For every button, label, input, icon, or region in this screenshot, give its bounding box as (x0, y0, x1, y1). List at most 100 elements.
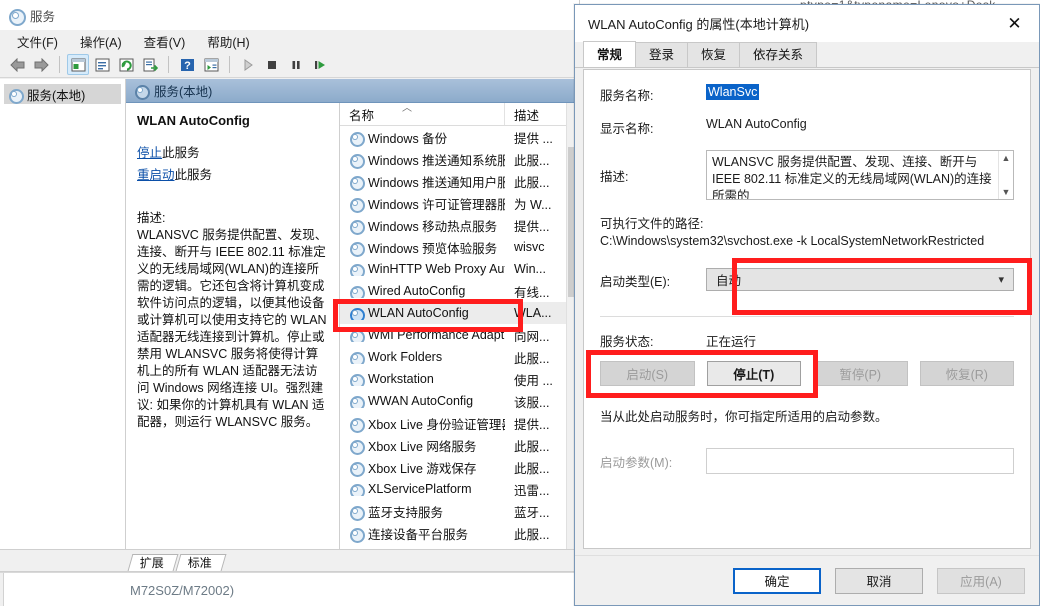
chevron-down-icon[interactable]: ▼ (1002, 187, 1011, 197)
tab-standard-label: 标准 (187, 556, 212, 570)
tab-extended[interactable]: 扩展 (127, 554, 179, 571)
service-gear-icon (349, 219, 365, 235)
start-button[interactable]: 启动(S) (600, 361, 695, 386)
pause-service-icon[interactable] (285, 54, 307, 75)
menu-item-file[interactable]: 文件(F) (8, 30, 67, 53)
detail-columns: WLAN AutoConfig 停止此服务 重启动此服务 描述: WLANSVC… (126, 103, 579, 549)
table-row[interactable]: WMI Performance Adapt... 向网... (340, 324, 579, 346)
close-icon[interactable]: ✕ (992, 9, 1037, 39)
show-hide-tree-icon[interactable] (67, 54, 89, 75)
stop-button[interactable]: 停止(T) (706, 361, 801, 386)
service-name-text: WMI Performance Adapt... (368, 328, 505, 342)
column-header-name[interactable]: 名称 ︿ (340, 103, 505, 125)
services-list-header: 名称 ︿ 描述 (340, 103, 579, 126)
table-row[interactable]: Work Folders 此服... (340, 346, 579, 368)
service-name-cell: 蓝牙支持服务 (340, 502, 505, 521)
forward-icon[interactable] (30, 54, 52, 75)
start-service-icon[interactable] (237, 54, 259, 75)
description-text: WLANSVC 服务提供配置、发现、连接、断开与 IEEE 802.11 标准定… (712, 155, 992, 199)
restart-service-icon[interactable] (309, 54, 331, 75)
menu-item-view[interactable]: 查看(V) (135, 30, 195, 53)
ok-button[interactable]: 确定 (733, 567, 821, 594)
chevron-up-icon[interactable]: ▲ (1002, 153, 1011, 163)
table-row[interactable]: Wired AutoConfig 有线... (340, 280, 579, 302)
service-name-cell: Windows 预览体验服务 (340, 238, 505, 257)
toolbar-separator-3 (229, 56, 230, 73)
table-row[interactable]: WWAN AutoConfig 该服... (340, 390, 579, 412)
startup-type-label: 启动类型(E): (600, 274, 671, 289)
service-name-value: WlanSvc (706, 84, 760, 100)
restart-service-link[interactable]: 重启动 (137, 168, 175, 182)
table-row[interactable]: XLServicePlatform 迅雷... (340, 478, 579, 500)
table-row[interactable]: WLAN AutoConfig WLA... (340, 302, 579, 324)
startup-type-select[interactable]: 自动 ▾ (706, 268, 1014, 291)
tab-standard[interactable]: 标准 (175, 554, 227, 571)
services-list: 名称 ︿ 描述 Windows 备份提供 ...Windows 推送通知系统服务… (340, 103, 579, 549)
menu-item-action[interactable]: 操作(A) (71, 30, 131, 53)
services-body: 服务(本地) 服务(本地) WLAN AutoConfig 停止此服务 重启动此… (0, 79, 579, 549)
service-name-text: Windows 推送通知用户服... (368, 175, 505, 190)
detail-pane: 服务(本地) WLAN AutoConfig 停止此服务 重启动此服务 描述: … (126, 79, 579, 549)
table-row[interactable]: Xbox Live 网络服务 此服... (340, 434, 579, 456)
description-field[interactable]: WLANSVC 服务提供配置、发现、连接、断开与 IEEE 802.11 标准定… (706, 150, 1014, 200)
table-row[interactable]: Workstation 使用 ... (340, 368, 579, 390)
tab-logon[interactable]: 登录 (635, 42, 689, 67)
menu-item-help[interactable]: 帮助(H) (198, 30, 258, 53)
table-row[interactable]: Xbox Live 游戏保存 此服... (340, 456, 579, 478)
refresh-icon[interactable] (115, 54, 137, 75)
back-icon[interactable] (6, 54, 28, 75)
service-info-panel: WLAN AutoConfig 停止此服务 重启动此服务 描述: WLANSVC… (126, 103, 340, 549)
service-status-label: 服务状态: (600, 335, 654, 349)
display-name-row: 显示名称: WLAN AutoConfig (600, 117, 1014, 137)
service-name-row: 服务名称: WlanSvc (600, 84, 1014, 104)
pause-button[interactable]: 暂停(P) (813, 361, 908, 386)
restart-service-link-row: 重启动此服务 (137, 164, 329, 183)
section-divider (600, 316, 1014, 317)
sidebar-item-services-local[interactable]: 服务(本地) (4, 84, 121, 104)
table-row[interactable]: WinHTTP Web Proxy Aut... Win... (340, 258, 579, 280)
service-gear-icon (349, 175, 365, 191)
background-bottom-text: M72S0Z/M72002) (130, 583, 235, 598)
service-name-cell: Workstation (340, 372, 505, 386)
table-row[interactable]: Windows 许可证管理器服务为 W... (340, 192, 579, 214)
table-row[interactable]: Windows 推送通知用户服... 此服... (340, 170, 579, 192)
tab-recovery[interactable]: 恢复 (687, 42, 741, 67)
dialog-general-panel: 服务名称: WlanSvc 显示名称: WLAN AutoConfig 描述: … (583, 69, 1031, 549)
start-parameters-input[interactable] (706, 448, 1014, 474)
service-name-cell: Windows 推送通知用户服... (340, 172, 505, 191)
detail-header-label: 服务(本地) (154, 85, 213, 99)
service-name-cell: Wired AutoConfig (340, 284, 505, 298)
sidebar-item-label: 服务(本地) (27, 88, 86, 103)
table-row[interactable]: 蓝牙支持服务 蓝牙... (340, 500, 579, 522)
cancel-button[interactable]: 取消 (835, 567, 923, 594)
service-name-text: 蓝牙支持服务 (368, 505, 444, 520)
show-action-pane-icon[interactable] (200, 54, 222, 75)
stop-service-link[interactable]: 停止 (137, 146, 162, 160)
service-name-cell: Windows 许可证管理器服务 (340, 194, 505, 213)
description-scrollbar[interactable]: ▲ ▼ (998, 151, 1013, 199)
table-row[interactable]: Windows 移动热点服务 提供... (340, 214, 579, 236)
table-row[interactable]: 连接设备平台服务 此服... (340, 522, 579, 544)
tab-dependencies[interactable]: 依存关系 (739, 42, 818, 67)
table-row[interactable]: Windows 备份 提供 ... (340, 126, 579, 148)
service-name-cell: Xbox Live 网络服务 (340, 436, 505, 455)
table-row[interactable]: Windows 预览体验服务 wisvc (340, 236, 579, 258)
table-row[interactable]: Xbox Live 身份验证管理器 提供... (340, 412, 579, 434)
properties-icon[interactable] (91, 54, 113, 75)
resume-button[interactable]: 恢复(R) (919, 361, 1014, 386)
chevron-down-icon[interactable]: ▾ (998, 273, 1004, 286)
service-name-cell: 连接设备平台服务 (340, 524, 505, 543)
tab-extended-label: 扩展 (139, 556, 164, 570)
table-row[interactable]: Windows 推送通知系统服务此服... (340, 148, 579, 170)
apply-button[interactable]: 应用(A) (937, 567, 1025, 594)
tab-general[interactable]: 常规 (583, 41, 637, 67)
export-list-icon[interactable] (139, 54, 161, 75)
service-name-cell: WWAN AutoConfig (340, 394, 505, 408)
service-name-text: Xbox Live 游戏保存 (368, 461, 477, 476)
stop-service-icon[interactable] (261, 54, 283, 75)
help-icon[interactable]: ? (176, 54, 198, 75)
svg-text:?: ? (184, 60, 191, 72)
services-app-icon (8, 8, 26, 26)
service-name-text: Xbox Live 网络服务 (368, 439, 477, 454)
service-name-cell: Work Folders (340, 350, 505, 364)
